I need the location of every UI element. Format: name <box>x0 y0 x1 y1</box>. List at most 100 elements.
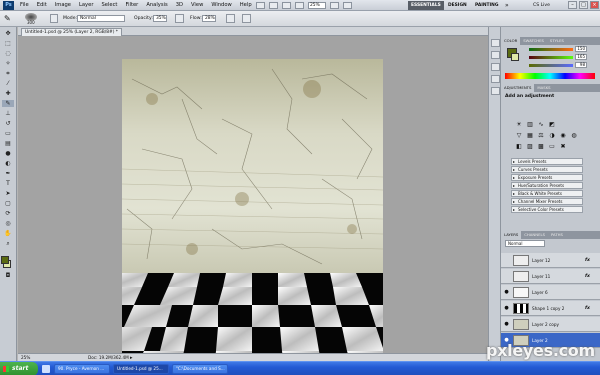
crop-tool-icon[interactable]: ⌗ <box>2 70 14 77</box>
zoom-level-field[interactable]: 25% <box>308 2 326 9</box>
red-value[interactable]: 150 <box>575 46 587 52</box>
brush-tool-icon[interactable]: ✎ <box>4 14 14 24</box>
preset-curves[interactable]: Curves Presets <box>511 166 583 173</box>
eyedropper-tool-icon[interactable]: ⁄ <box>2 80 14 87</box>
flow-input[interactable]: 28% <box>202 15 216 22</box>
preset-selective-color[interactable]: Selective Color Presets <box>511 206 583 213</box>
arrange-documents-icon[interactable] <box>330 2 339 9</box>
brush-tool-icon[interactable]: ✎ <box>2 100 14 107</box>
quick-launch-icon[interactable] <box>42 365 50 373</box>
threshold-icon[interactable]: ▩ <box>537 142 545 150</box>
tab-masks[interactable]: MASKS <box>534 84 553 92</box>
maximize-icon[interactable]: □ <box>579 1 588 9</box>
workspace-painting[interactable]: PAINTING <box>472 1 501 10</box>
brush-panel-icon[interactable] <box>50 14 58 23</box>
menu-item-filter[interactable]: Filter <box>125 0 138 11</box>
zoom-tool-icon[interactable]: ⌕ <box>2 240 14 247</box>
tab-paths[interactable]: PATHS <box>548 231 566 239</box>
cs-live-button[interactable]: CS Live <box>533 0 550 11</box>
minimize-icon[interactable]: – <box>568 1 577 9</box>
document-tab[interactable]: Untitled-1.psd @ 25% (Layer 2, RGB/8#) * <box>21 28 122 36</box>
zoom-tool-icon[interactable] <box>295 2 304 9</box>
eraser-tool-icon[interactable]: ▭ <box>2 130 14 137</box>
taskbar-item-photoshop[interactable]: Untitled-1.psd @ 25... <box>113 364 169 374</box>
black-white-icon[interactable]: ◑ <box>548 131 556 139</box>
red-slider[interactable] <box>529 48 573 51</box>
preset-exposure[interactable]: Exposure Presets <box>511 174 583 181</box>
mode-select[interactable]: Normal <box>77 15 125 22</box>
menu-item-view[interactable]: View <box>191 0 203 11</box>
path-selection-tool-icon[interactable]: ➤ <box>2 190 14 197</box>
visibility-eye-icon[interactable]: ● <box>503 289 510 296</box>
close-icon[interactable]: × <box>590 1 599 9</box>
color-spectrum-ramp[interactable] <box>505 73 595 79</box>
exposure-icon[interactable]: ◩ <box>548 120 556 128</box>
layer-effects-icon[interactable]: fx <box>585 301 590 316</box>
marquee-tool-icon[interactable]: ⬚ <box>2 40 14 47</box>
preset-black-white[interactable]: Black & White Presets <box>511 190 583 197</box>
workspace-essentials[interactable]: ESSENTIALS <box>408 1 444 10</box>
workspace-design[interactable]: DESIGN <box>445 1 470 10</box>
layer-row[interactable]: Layer 11 fx <box>501 269 600 284</box>
type-tool-icon[interactable]: T <box>2 180 14 187</box>
hue-saturation-icon[interactable]: ▦ <box>526 131 534 139</box>
menu-item-3d[interactable]: 3D <box>176 0 183 11</box>
layer-row[interactable]: ● Shape 1 copy 2 fx <box>501 301 600 316</box>
gradient-map-icon[interactable]: ▭ <box>548 142 556 150</box>
airbrush-icon[interactable] <box>226 14 235 23</box>
menu-item-file[interactable]: File <box>20 0 29 11</box>
layer-row[interactable]: ● Layer 6 <box>501 285 600 300</box>
history-brush-tool-icon[interactable]: ↺ <box>2 120 14 127</box>
preset-hue-saturation[interactable]: Hue/Saturation Presets <box>511 182 583 189</box>
levels-icon[interactable]: ▥ <box>526 120 534 128</box>
blur-tool-icon[interactable]: ● <box>2 150 14 157</box>
tablet-size-icon[interactable] <box>242 14 251 23</box>
curves-icon[interactable]: ∿ <box>537 120 545 128</box>
green-value[interactable]: 165 <box>575 54 587 60</box>
color-balance-icon[interactable]: ⚖ <box>537 131 545 139</box>
taskbar-item-explorer[interactable]: "C:\Documents and S... <box>172 364 228 374</box>
blend-mode-select[interactable]: Normal <box>505 240 545 247</box>
tab-channels[interactable]: CHANNELS <box>521 231 548 239</box>
tab-layers[interactable]: LAYERS <box>501 231 522 239</box>
taskbar-item-music[interactable]: 90. Pryce - Avernon ... <box>54 364 110 374</box>
actions-panel-icon[interactable] <box>491 51 500 59</box>
color-panel-background-swatch[interactable] <box>511 53 519 61</box>
clone-stamp-tool-icon[interactable]: ⊥ <box>2 110 14 117</box>
layer-effects-icon[interactable]: fx <box>585 269 590 284</box>
layer-effects-icon[interactable]: fx <box>585 253 590 268</box>
tab-adjustments[interactable]: ADJUSTMENTS <box>501 84 535 92</box>
menu-item-help[interactable]: Help <box>240 0 252 11</box>
invert-icon[interactable]: ◧ <box>515 142 523 150</box>
brush-panel-icon[interactable] <box>491 63 500 71</box>
tab-color[interactable]: COLOR <box>501 37 521 45</box>
tab-styles[interactable]: STYLES <box>547 37 567 45</box>
lasso-tool-icon[interactable]: ◌ <box>2 50 14 57</box>
layer-row[interactable]: Layer 12 fx <box>501 253 600 268</box>
green-slider[interactable] <box>529 56 573 59</box>
photo-filter-icon[interactable]: ◉ <box>559 131 567 139</box>
gradient-tool-icon[interactable]: ▤ <box>2 140 14 147</box>
preset-levels[interactable]: Levels Presets <box>511 158 583 165</box>
3d-orbit-tool-icon[interactable]: ◎ <box>2 220 14 227</box>
dodge-tool-icon[interactable]: ◐ <box>2 160 14 167</box>
hand-tool-icon[interactable]: ✋ <box>2 230 14 237</box>
layer-row[interactable]: ● Layer 2 copy <box>501 317 600 332</box>
visibility-eye-icon[interactable]: ● <box>503 321 510 328</box>
menu-item-layer[interactable]: Layer <box>79 0 93 11</box>
menu-item-image[interactable]: Image <box>55 0 71 11</box>
menu-item-edit[interactable]: Edit <box>37 0 47 11</box>
character-panel-icon[interactable] <box>491 87 500 95</box>
start-button[interactable]: start <box>0 362 38 375</box>
menu-item-analysis[interactable]: Analysis <box>146 0 167 11</box>
selective-color-icon[interactable]: ✖ <box>559 142 567 150</box>
visibility-eye-icon[interactable] <box>503 273 510 280</box>
vibrance-icon[interactable]: ▽ <box>515 131 523 139</box>
quick-selection-tool-icon[interactable]: ✧ <box>2 60 14 67</box>
foreground-color-swatch[interactable] <box>1 256 9 264</box>
blue-value[interactable]: 98 <box>575 62 587 68</box>
opacity-input[interactable]: 35% <box>153 15 167 22</box>
minibridge-icon[interactable] <box>269 2 278 9</box>
screen-mode-icon[interactable] <box>343 2 352 9</box>
visibility-eye-icon[interactable]: ● <box>503 305 510 312</box>
